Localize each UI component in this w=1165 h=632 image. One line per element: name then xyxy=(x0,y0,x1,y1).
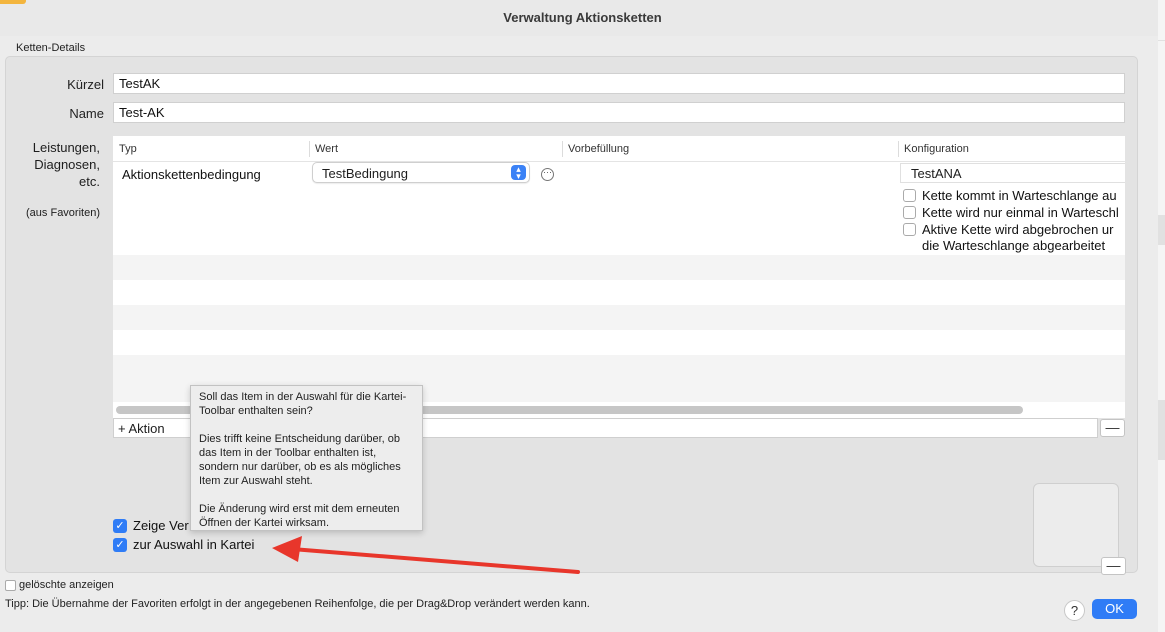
konfiguration-value: TestANA xyxy=(911,166,962,181)
zeige-label: Zeige Ver xyxy=(133,518,189,533)
cell-typ[interactable]: Aktionskettenbedingung xyxy=(122,167,261,182)
checkmark-icon[interactable]: ✓ xyxy=(113,538,127,552)
column-header-vorbefuellung[interactable]: Vorbefüllung xyxy=(568,143,629,155)
kuerzel-label: Kürzel xyxy=(67,77,104,92)
checkbox-unchecked-icon[interactable] xyxy=(903,223,916,236)
checkbox-unchecked-icon[interactable] xyxy=(903,206,916,219)
name-input[interactable]: Test-AK xyxy=(113,102,1125,123)
tooltip-para-1: Soll das Item in der Auswahl für die Kar… xyxy=(199,391,407,417)
wert-popup[interactable]: TestBedingung ▴ ▾ xyxy=(312,162,530,183)
items-label-line3: etc. xyxy=(79,174,100,189)
more-options-icon[interactable]: ··· xyxy=(541,168,554,181)
tooltip-para-2: Dies trifft keine Entscheidung darüber, … xyxy=(199,433,401,487)
background-window-edge xyxy=(1158,0,1165,632)
items-label-line1: Leistungen, xyxy=(32,140,100,155)
column-separator xyxy=(309,141,310,157)
remove-icon-button[interactable]: — xyxy=(1101,557,1126,575)
items-label-line2: Diagnosen, xyxy=(34,157,100,172)
wert-popup-value: TestBedingung xyxy=(322,166,409,181)
section-label: Ketten-Details xyxy=(16,42,86,54)
auswahl-kartei-label: zur Auswahl in Kartei xyxy=(133,537,255,552)
name-label: Name xyxy=(69,106,104,121)
checkmark-icon[interactable]: ✓ xyxy=(113,519,127,533)
column-separator xyxy=(562,141,563,157)
tip-text: Tipp: Die Übernahme der Favoriten erfolg… xyxy=(5,598,590,610)
window-title: Verwaltung Aktionsketten xyxy=(503,10,662,25)
column-separator xyxy=(898,141,899,157)
tooltip: Soll das Item in der Auswahl für die Kar… xyxy=(190,385,423,531)
table-header: Typ Wert Vorbefüllung Konfiguration xyxy=(113,136,1125,162)
checkbox-unchecked-icon[interactable] xyxy=(5,580,16,591)
remove-action-button[interactable]: — xyxy=(1100,419,1125,437)
checkbox-unchecked-icon[interactable] xyxy=(903,189,916,202)
add-action-label: + Aktion xyxy=(118,421,165,436)
help-button[interactable]: ? xyxy=(1064,600,1085,621)
chevron-updown-icon: ▴ ▾ xyxy=(511,165,526,181)
window-titlebar: Verwaltung Aktionsketten xyxy=(0,0,1165,36)
kuerzel-input[interactable]: TestAK xyxy=(113,73,1125,94)
annotation-arrow-icon xyxy=(272,536,580,574)
konfiguration-input[interactable]: TestANA xyxy=(900,163,1125,183)
window-edge-accent xyxy=(0,0,26,4)
table-row-stripe xyxy=(113,255,1125,280)
tooltip-para-3: Die Änderung wird erst mit dem erneuten … xyxy=(199,503,400,529)
items-table[interactable]: Typ Wert Vorbefüllung Konfiguration Akti… xyxy=(113,136,1125,418)
column-header-konfiguration[interactable]: Konfiguration xyxy=(904,143,969,155)
edge-line xyxy=(1158,40,1165,41)
table-row-stripe xyxy=(113,305,1125,330)
option-continuation: die Warteschlange abgearbeitet xyxy=(922,238,1106,253)
column-header-typ[interactable]: Typ xyxy=(119,143,137,155)
favorites-label: (aus Favoriten) xyxy=(26,207,100,219)
show-deleted-label: gelöschte anzeigen xyxy=(19,579,114,591)
column-header-wert[interactable]: Wert xyxy=(315,143,338,155)
table-row-stripe xyxy=(113,355,1125,380)
icon-preview-well[interactable] xyxy=(1033,483,1119,567)
ok-button[interactable]: OK xyxy=(1092,599,1137,619)
edge-block xyxy=(1158,400,1165,460)
edge-block xyxy=(1158,215,1165,245)
items-label: Leistungen, Diagnosen, etc. xyxy=(18,139,100,190)
